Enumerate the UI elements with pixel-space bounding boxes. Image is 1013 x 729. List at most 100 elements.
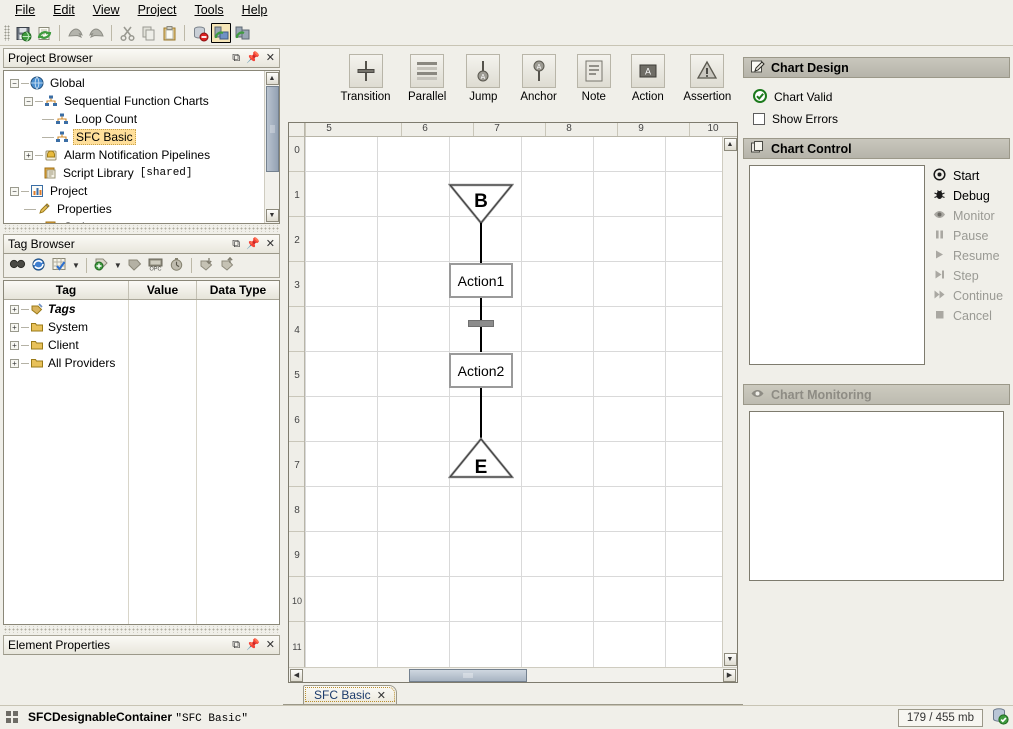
- scroll-left-button[interactable]: ◀: [290, 669, 303, 682]
- tree-toggle[interactable]: +: [10, 305, 19, 314]
- scroll-down-button[interactable]: ▼: [266, 209, 279, 222]
- gateway-icon[interactable]: [232, 23, 252, 43]
- pin-icon[interactable]: 📌: [246, 640, 260, 651]
- menu-project[interactable]: Project: [129, 1, 186, 19]
- project-browser-scrollbar[interactable]: ▲ ▼: [264, 71, 279, 223]
- restore-icon[interactable]: ⧉: [232, 239, 240, 250]
- palette-item-parallel[interactable]: Parallel: [408, 54, 446, 103]
- close-icon[interactable]: ✕: [266, 640, 275, 651]
- tree-node-script-library[interactable]: Script Library [shared]: [8, 164, 264, 182]
- restore-icon[interactable]: ⧉: [232, 640, 240, 651]
- close-icon[interactable]: ✕: [266, 239, 275, 250]
- scroll-up-button[interactable]: ▲: [724, 138, 737, 151]
- menu-tools[interactable]: Tools: [185, 1, 232, 19]
- designer-mode-icon[interactable]: [211, 23, 231, 43]
- resume-action[interactable]: Resume: [933, 247, 1003, 265]
- menu-view[interactable]: View: [84, 1, 129, 19]
- tree-toggle[interactable]: −: [10, 79, 19, 88]
- scroll-right-button[interactable]: ▶: [723, 669, 736, 682]
- sfc-transition[interactable]: [468, 320, 494, 327]
- sfc-canvas[interactable]: B Action1: [305, 137, 722, 667]
- refresh-tags-icon[interactable]: [30, 257, 47, 275]
- scroll-thumb[interactable]: [409, 669, 527, 682]
- sfc-end-step[interactable]: E: [448, 437, 514, 479]
- tree-node-sequential-function-charts[interactable]: − Sequential Function Charts: [8, 92, 264, 110]
- redo-icon[interactable]: [86, 23, 106, 43]
- menu-help[interactable]: Help: [233, 1, 277, 19]
- tab-sfc-basic[interactable]: SFC Basic ✕: [303, 685, 397, 704]
- sfc-step-action1[interactable]: Action1: [449, 263, 513, 298]
- table-row[interactable]: + All Providers: [4, 354, 128, 372]
- sfc-begin-step[interactable]: B: [448, 183, 514, 225]
- paste-icon[interactable]: [159, 23, 179, 43]
- canvas-vertical-scrollbar[interactable]: ▲ ▼: [722, 137, 737, 667]
- pin-icon[interactable]: 📌: [246, 53, 260, 64]
- table-row[interactable]: + Client: [4, 336, 128, 354]
- cancel-action[interactable]: Cancel: [933, 307, 1003, 325]
- tag-icon[interactable]: [126, 257, 143, 275]
- copy-icon[interactable]: [138, 23, 158, 43]
- palette-item-note[interactable]: Note: [577, 54, 611, 103]
- pin-icon[interactable]: 📌: [246, 239, 260, 250]
- tree-toggle[interactable]: +: [10, 341, 19, 350]
- tree-toggle[interactable]: −: [10, 187, 19, 196]
- start-action[interactable]: Start: [933, 167, 1003, 185]
- palette-item-transition[interactable]: Transition: [343, 54, 388, 103]
- sfc-step-action2[interactable]: Action2: [449, 353, 513, 388]
- panel-resize-grip[interactable]: [3, 626, 280, 633]
- chart-editor[interactable]: 5 6 7 8 9 10: [288, 122, 738, 683]
- tree-toggle[interactable]: +: [10, 359, 19, 368]
- toolbar-grip[interactable]: [4, 25, 10, 41]
- scroll-down-button[interactable]: ▼: [724, 653, 737, 666]
- tree-node-loop-count[interactable]: Loop Count: [8, 110, 264, 128]
- table-row[interactable]: + Tags: [4, 300, 128, 318]
- save-icon[interactable]: [13, 23, 33, 43]
- continue-action[interactable]: Continue: [933, 287, 1003, 305]
- palette-item-anchor[interactable]: A Anchor: [520, 54, 556, 103]
- pause-action[interactable]: Pause: [933, 227, 1003, 245]
- tree-toggle[interactable]: +: [10, 323, 19, 332]
- find-tag-icon[interactable]: [9, 257, 26, 275]
- debug-action[interactable]: Debug: [933, 187, 1003, 205]
- database-disabled-icon[interactable]: [190, 23, 210, 43]
- tree-node-scripts[interactable]: + Scripts: [8, 218, 264, 224]
- show-errors-checkbox[interactable]: [753, 113, 765, 125]
- monitor-action[interactable]: Monitor: [933, 207, 1003, 225]
- tree-toggle[interactable]: +: [24, 223, 33, 225]
- tag-browser-table[interactable]: Tag Value Data Type + Ta: [3, 280, 280, 625]
- panel-resize-grip[interactable]: [3, 225, 280, 232]
- dropdown-caret-icon[interactable]: ▼: [72, 261, 80, 270]
- menu-edit[interactable]: Edit: [44, 1, 84, 19]
- export-tags-icon[interactable]: [219, 257, 236, 275]
- table-row[interactable]: + System: [4, 318, 128, 336]
- timer-icon[interactable]: [168, 257, 185, 275]
- scroll-thumb[interactable]: [266, 86, 279, 172]
- new-tag-icon[interactable]: [93, 257, 110, 275]
- palette-item-jump[interactable]: A Jump: [466, 54, 500, 103]
- cut-icon[interactable]: [117, 23, 137, 43]
- close-icon[interactable]: ✕: [266, 53, 275, 64]
- tree-toggle[interactable]: −: [24, 97, 33, 106]
- menu-file[interactable]: File: [6, 1, 44, 19]
- palette-item-assertion[interactable]: Assertion: [685, 54, 730, 103]
- tag-grid-icon[interactable]: [51, 257, 68, 275]
- tree-node-global[interactable]: − Global: [8, 74, 264, 92]
- palette-item-action[interactable]: A Action: [631, 54, 665, 103]
- tree-node-sfc-basic[interactable]: SFC Basic: [8, 128, 264, 146]
- column-header-tag[interactable]: Tag: [4, 281, 129, 299]
- project-tree[interactable]: − Global −: [4, 71, 264, 223]
- memory-indicator[interactable]: 179 / 455 mb: [898, 709, 983, 727]
- close-icon[interactable]: ✕: [377, 689, 386, 702]
- chart-monitoring-list[interactable]: [749, 411, 1004, 581]
- tree-toggle[interactable]: +: [24, 151, 33, 160]
- opc-icon[interactable]: OPC: [147, 257, 164, 275]
- show-errors-row[interactable]: Show Errors: [753, 108, 1000, 130]
- undo-icon[interactable]: [65, 23, 85, 43]
- database-ok-icon[interactable]: [991, 707, 1009, 728]
- import-tags-icon[interactable]: [198, 257, 215, 275]
- step-action[interactable]: Step: [933, 267, 1003, 285]
- dropdown-caret-icon[interactable]: ▼: [114, 261, 122, 270]
- scroll-up-button[interactable]: ▲: [266, 72, 279, 85]
- tree-node-properties[interactable]: Properties: [8, 200, 264, 218]
- tree-node-project[interactable]: − Project: [8, 182, 264, 200]
